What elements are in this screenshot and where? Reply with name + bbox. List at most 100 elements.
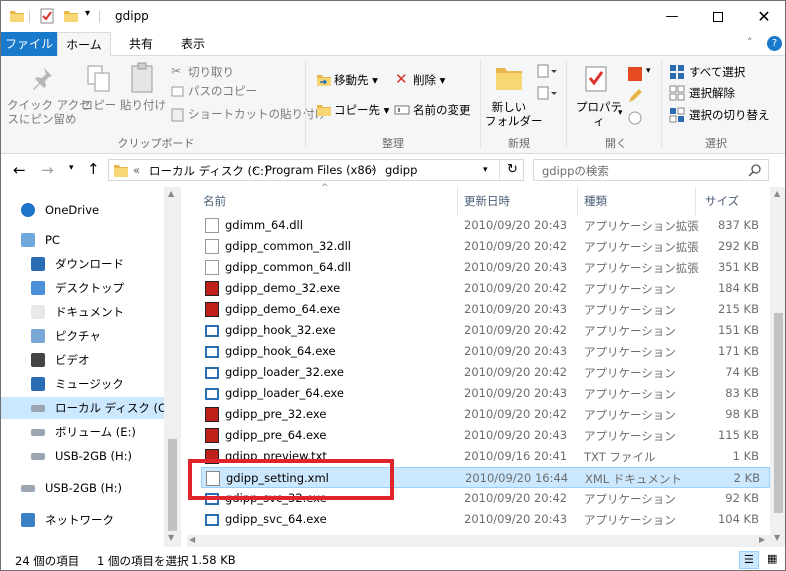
nav-item[interactable]: ネットワーク	[1, 509, 181, 531]
pin-icon	[33, 68, 52, 90]
file-row[interactable]: gdipp_demo_32.exe 2010/09/20 20:42 アプリケーショ…	[201, 278, 770, 299]
breadcrumb-gdipp[interactable]: gdipp	[385, 163, 417, 177]
file-row[interactable]: gdipp_common_64.dll 2010/09/20 20:43 アプリケー…	[201, 257, 770, 278]
nav-item[interactable]: ボリューム (E:)	[1, 421, 181, 443]
copy-to-icon	[317, 105, 331, 116]
breadcrumb-chevron-icon[interactable]: ›	[253, 165, 257, 175]
search-input[interactable]: gdippの検索	[542, 163, 609, 179]
tab-file[interactable]: ファイル	[1, 32, 57, 56]
tab-share[interactable]: 共有	[119, 32, 163, 56]
file-date: 2010/09/20 20:43	[464, 344, 568, 358]
maximize-button[interactable]	[695, 1, 741, 32]
rename-button[interactable]: 名前の変更	[413, 102, 471, 118]
address-bar[interactable]: « ローカル ディスク (C:) › Program Files (x86) ›…	[108, 159, 524, 181]
file-date: 2010/09/20 20:42	[464, 491, 568, 505]
properties-icon[interactable]	[39, 8, 55, 24]
file-date: 2010/09/20 20:43	[464, 428, 568, 442]
minimize-button[interactable]: —	[649, 1, 695, 32]
invert-selection-button[interactable]: 選択の切り替え	[689, 107, 770, 123]
tab-view[interactable]: 表示	[171, 32, 215, 56]
column-header-type[interactable]: 種類	[584, 187, 607, 215]
scroll-up-icon[interactable]: ▲	[168, 189, 174, 198]
file-date: 2010/09/20 20:43	[464, 218, 568, 232]
breadcrumb-local-disk[interactable]: ローカル ディスク (C:)	[149, 163, 268, 179]
nav-item[interactable]: ダウンロード	[1, 253, 181, 275]
file-row[interactable]: gdipp_pre_64.exe 2010/09/20 20:43 アプリケーション…	[201, 425, 770, 446]
scroll-thumb[interactable]	[774, 313, 783, 513]
easy-access-icon[interactable]	[537, 86, 557, 100]
file-name: gdipp_hook_64.exe	[225, 344, 336, 358]
file-row[interactable]: gdipp_pre_32.exe 2010/09/20 20:42 アプリケーション…	[201, 404, 770, 425]
select-none-button[interactable]: 選択解除	[689, 85, 735, 101]
open-dropdown-icon[interactable]: ▾	[646, 66, 651, 76]
breadcrumb-overflow[interactable]: «	[133, 163, 140, 177]
nav-item[interactable]: ローカル ディスク (C:)	[1, 397, 181, 419]
file-row[interactable]: gdipp_loader_32.exe 2010/09/20 20:42 アプリケー…	[201, 362, 770, 383]
exe-file-icon	[205, 388, 219, 400]
quick-access-dropdown-icon[interactable]: ▾	[85, 8, 90, 19]
scroll-down-icon[interactable]: ▼	[774, 533, 780, 542]
close-button[interactable]: ✕	[741, 1, 785, 32]
horizontal-scrollbar[interactable]: ◀ ▶	[187, 535, 770, 547]
file-row[interactable]: gdipp_svc_64.exe 2010/09/20 20:43 アプリケーション…	[201, 509, 770, 530]
copy-button[interactable]: コピー	[81, 98, 117, 112]
column-separator	[695, 187, 696, 215]
breadcrumb-chevron-icon[interactable]: ›	[371, 165, 375, 175]
file-row[interactable]: gdipp_demo_64.exe 2010/09/20 20:43 アプリケーショ…	[201, 299, 770, 320]
new-folder-icon[interactable]	[63, 8, 79, 24]
copy-to-button[interactable]: コピー先 ▾	[334, 102, 389, 118]
nav-item[interactable]: ドキュメント	[1, 301, 181, 323]
collapse-ribbon-icon[interactable]: ˄	[747, 36, 753, 49]
file-row[interactable]: gdipp_hook_32.exe 2010/09/20 20:42 アプリケーショ…	[201, 320, 770, 341]
nav-item[interactable]: ビデオ	[1, 349, 181, 371]
details-view-button[interactable]: ☰	[739, 551, 759, 569]
column-header-date[interactable]: 更新日時	[464, 187, 510, 215]
nav-item[interactable]: ピクチャ	[1, 325, 181, 347]
new-item-icon[interactable]	[537, 64, 557, 78]
scroll-down-icon[interactable]: ▼	[168, 533, 174, 542]
tab-home[interactable]: ホーム	[57, 32, 111, 57]
breadcrumb-program-files[interactable]: Program Files (x86)	[265, 163, 376, 177]
back-button[interactable]: ←	[13, 161, 26, 179]
scroll-up-icon[interactable]: ▲	[774, 189, 780, 198]
scroll-right-icon[interactable]: ▶	[759, 535, 765, 544]
move-to-button[interactable]: 移動先 ▾	[334, 72, 378, 88]
column-header-name[interactable]: 名前	[203, 187, 226, 215]
file-row[interactable]: gdipp_common_32.dll 2010/09/20 20:42 アプリケー…	[201, 236, 770, 257]
scroll-thumb[interactable]	[168, 439, 177, 531]
navigation-scrollbar[interactable]: ▲ ▼	[164, 187, 181, 547]
file-row[interactable]: gdipp_loader_64.exe 2010/09/20 20:43 アプリケー…	[201, 383, 770, 404]
file-row[interactable]: gdipp_hook_64.exe 2010/09/20 20:43 アプリケーショ…	[201, 341, 770, 362]
properties-dropdown-icon[interactable]: ▾	[618, 108, 623, 118]
paste-button[interactable]: 貼り付け	[119, 98, 167, 112]
item-count: 24 個の項目	[15, 554, 80, 568]
nav-item[interactable]: PC	[1, 229, 181, 251]
search-box[interactable]: gdippの検索	[533, 159, 769, 181]
file-list-scrollbar[interactable]: ▲ ▼	[770, 187, 785, 547]
nav-item[interactable]: OneDrive	[1, 199, 181, 221]
office-open-icon[interactable]	[627, 66, 643, 82]
file-row[interactable]: gdimm_64.dll 2010/09/20 20:43 アプリケーション拡張 83…	[201, 215, 770, 236]
up-button[interactable]: ↑	[87, 160, 100, 178]
select-all-button[interactable]: すべて選択	[689, 64, 745, 80]
nav-item[interactable]: デスクトップ	[1, 277, 181, 299]
search-icon[interactable]	[748, 163, 762, 177]
pin-quick-access-button[interactable]: クイック アクセ スにピン留め	[7, 98, 91, 126]
large-icons-view-button[interactable]: ▦	[763, 551, 783, 569]
delete-button[interactable]: 削除 ▾	[413, 72, 445, 88]
address-dropdown-icon[interactable]: ▾	[483, 165, 488, 175]
new-folder-button[interactable]: 新しい フォルダー	[485, 100, 543, 128]
copy-path-button[interactable]: パスのコピー	[188, 83, 257, 99]
nav-item[interactable]: USB-2GB (H:)	[1, 477, 181, 499]
edit-icon[interactable]	[627, 88, 643, 104]
nav-item[interactable]: USB-2GB (H:)	[1, 445, 181, 467]
column-header-size[interactable]: サイズ	[705, 187, 739, 215]
recent-locations-icon[interactable]: ▾	[69, 163, 74, 173]
forward-button[interactable]: →	[41, 161, 54, 179]
cut-button[interactable]: 切り取り	[188, 64, 234, 80]
nav-item[interactable]: ミュージック	[1, 373, 181, 395]
refresh-icon[interactable]: ↻	[507, 162, 518, 177]
scroll-left-icon[interactable]: ◀	[189, 535, 195, 544]
file-name: gdimm_64.dll	[225, 218, 303, 232]
help-icon[interactable]: ?	[767, 36, 782, 51]
